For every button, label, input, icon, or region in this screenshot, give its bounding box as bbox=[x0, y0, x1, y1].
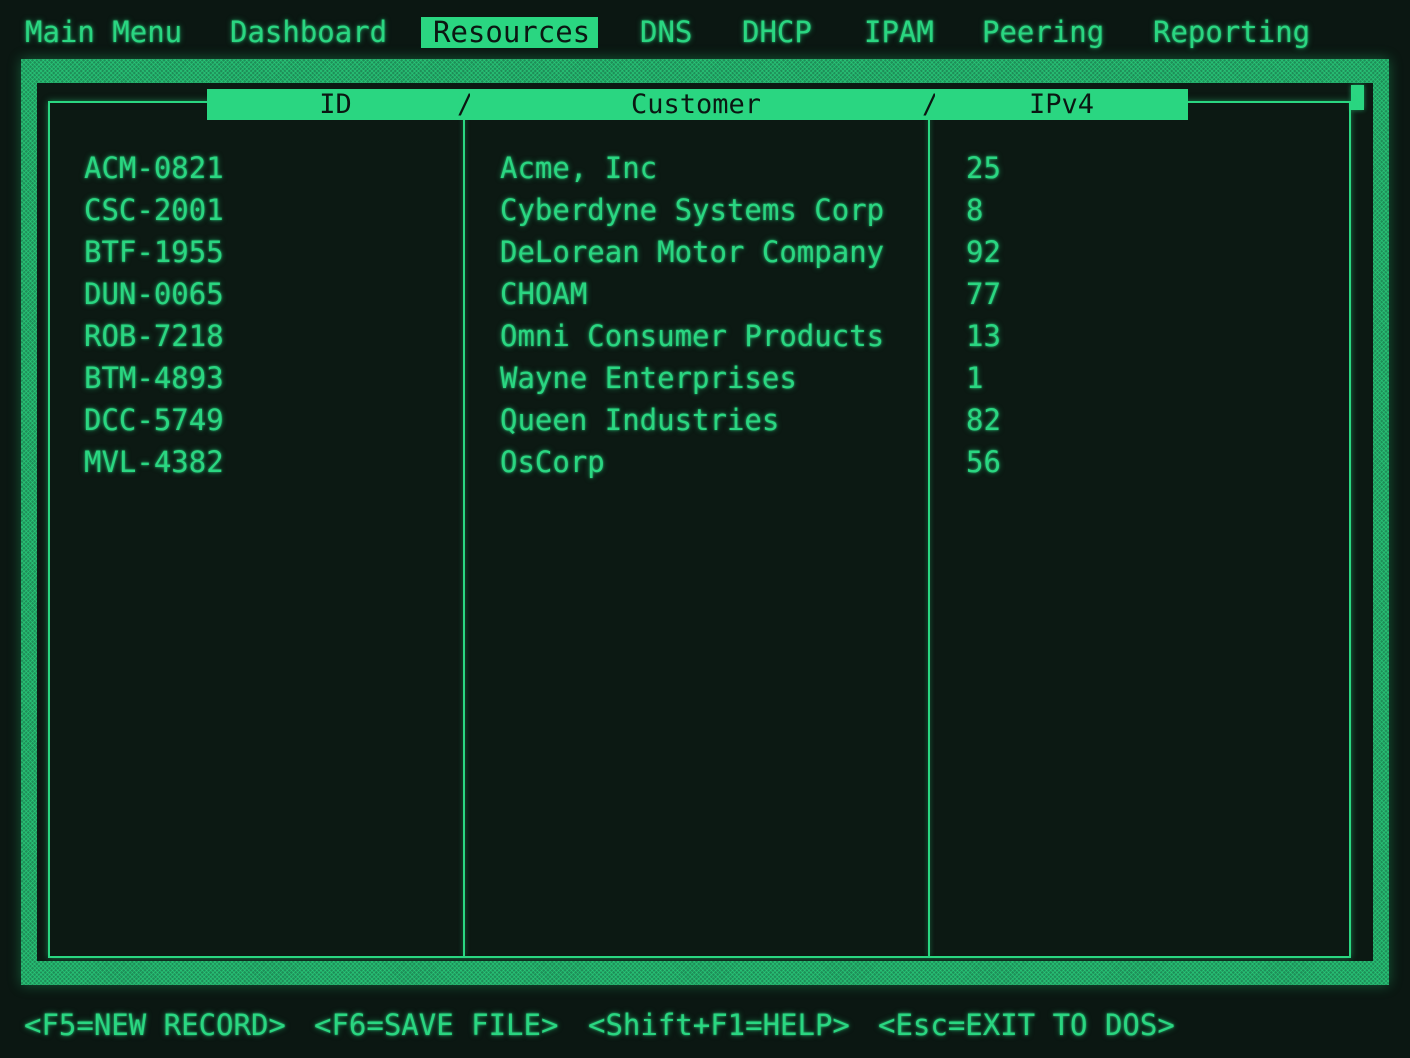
cell-id: ACM-0821 bbox=[84, 151, 224, 185]
main-menu-bar: Main Menu Dashboard Resources DNS DHCP I… bbox=[0, 0, 1410, 62]
cell-customer: CHOAM bbox=[500, 277, 588, 311]
resources-window-frame: ID / Customer / IPv4 ACM-0821 Acme, Inc … bbox=[21, 59, 1389, 985]
column-header-separator: / bbox=[922, 89, 939, 120]
menu-item-resources[interactable]: Resources bbox=[421, 17, 599, 48]
resources-window: ID / Customer / IPv4 ACM-0821 Acme, Inc … bbox=[37, 83, 1373, 961]
cell-id: BTF-1955 bbox=[84, 235, 224, 269]
f6-save-file-key[interactable]: <F6=SAVE FILE> bbox=[314, 1006, 558, 1044]
cell-id: BTM-4893 bbox=[84, 361, 224, 395]
cell-ipv4: 92 bbox=[966, 235, 1001, 269]
f5-new-record-key[interactable]: <F5=NEW RECORD> bbox=[24, 1006, 286, 1044]
cell-id: DUN-0065 bbox=[84, 277, 224, 311]
menu-item-peering[interactable]: Peering bbox=[980, 14, 1106, 50]
column-header-ipv4[interactable]: IPv4 bbox=[935, 89, 1188, 120]
column-divider bbox=[928, 103, 930, 956]
resources-table: ID / Customer / IPv4 ACM-0821 Acme, Inc … bbox=[48, 89, 1351, 958]
cell-id: CSC-2001 bbox=[84, 193, 224, 227]
cell-customer: Omni Consumer Products bbox=[500, 319, 885, 353]
cell-customer: OsCorp bbox=[500, 445, 605, 479]
cell-customer: Wayne Enterprises bbox=[500, 361, 797, 395]
cell-id: MVL-4382 bbox=[84, 445, 224, 479]
shift-f1-help-key[interactable]: <Shift+F1=HELP> bbox=[588, 1006, 850, 1044]
menu-item-dashboard[interactable]: Dashboard bbox=[228, 14, 389, 50]
menu-item-reporting[interactable]: Reporting bbox=[1151, 14, 1312, 50]
cell-customer: Acme, Inc bbox=[500, 151, 658, 185]
column-header-id[interactable]: ID bbox=[207, 89, 464, 120]
cell-id: ROB-7218 bbox=[84, 319, 224, 353]
column-header-separator: / bbox=[457, 89, 474, 120]
cell-ipv4: 56 bbox=[966, 445, 1001, 479]
cell-customer: Cyberdyne Systems Corp bbox=[500, 193, 885, 227]
menu-item-dns[interactable]: DNS bbox=[638, 14, 694, 50]
cell-ipv4: 82 bbox=[966, 403, 1001, 437]
cell-ipv4: 8 bbox=[966, 193, 984, 227]
column-divider bbox=[463, 103, 465, 956]
column-header-customer[interactable]: Customer bbox=[470, 89, 922, 120]
menu-item-dhcp[interactable]: DHCP bbox=[740, 14, 814, 50]
menu-item-ipam[interactable]: IPAM bbox=[862, 14, 936, 50]
scrollbar-thumb[interactable] bbox=[1351, 85, 1364, 110]
menu-item-main-menu[interactable]: Main Menu bbox=[23, 14, 184, 50]
cell-customer: DeLorean Motor Company bbox=[500, 235, 885, 269]
cell-ipv4: 13 bbox=[966, 319, 1001, 353]
cell-customer: Queen Industries bbox=[500, 403, 780, 437]
cell-ipv4: 1 bbox=[966, 361, 984, 395]
cell-id: DCC-5749 bbox=[84, 403, 224, 437]
esc-exit-to-dos-key[interactable]: <Esc=EXIT TO DOS> bbox=[878, 1006, 1175, 1044]
cell-ipv4: 25 bbox=[966, 151, 1001, 185]
cell-ipv4: 77 bbox=[966, 277, 1001, 311]
